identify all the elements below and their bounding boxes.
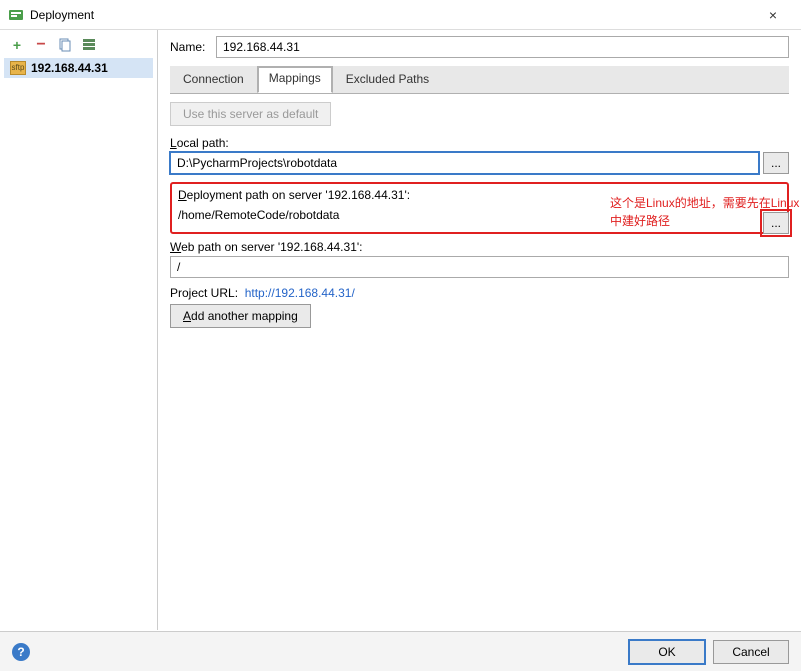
tab-connection[interactable]: Connection — [170, 66, 257, 93]
local-path-group: Local path: ... — [170, 136, 789, 174]
name-row: Name: — [170, 36, 789, 58]
cancel-button[interactable]: Cancel — [713, 640, 789, 664]
deployment-path-label: Deployment path on server '192.168.44.31… — [178, 188, 781, 202]
copy-icon[interactable] — [56, 36, 74, 54]
project-url-label: Project URL: — [170, 286, 238, 300]
web-path-input[interactable] — [170, 256, 789, 278]
footer: ? OK Cancel — [0, 631, 801, 671]
web-path-label: Web path on server '192.168.44.31': — [170, 240, 789, 254]
tabs: Connection Mappings Excluded Paths — [170, 66, 789, 94]
local-path-input[interactable] — [170, 152, 759, 174]
project-url-link[interactable]: http://192.168.44.31/ — [245, 286, 355, 300]
server-name: 192.168.44.31 — [31, 61, 108, 75]
name-label: Name: — [170, 40, 216, 54]
tab-excluded-paths[interactable]: Excluded Paths — [333, 66, 442, 93]
web-path-group: Web path on server '192.168.44.31': — [170, 240, 789, 278]
close-icon[interactable]: × — [753, 7, 793, 23]
app-icon — [8, 7, 24, 23]
add-mapping-button[interactable]: Add another mapping — [170, 304, 311, 328]
titlebar: Deployment × — [0, 0, 801, 30]
ok-button[interactable]: OK — [629, 640, 705, 664]
main-panel: Name: Connection Mappings Excluded Paths… — [158, 30, 801, 630]
use-default-button: Use this server as default — [170, 102, 331, 126]
deployment-path-browse-button[interactable]: ... — [763, 212, 789, 234]
tab-content: Use this server as default Local path: .… — [170, 94, 789, 336]
sidebar: + − sftp 192.168.44.31 — [0, 30, 158, 630]
project-url-row: Project URL: http://192.168.44.31/ — [170, 286, 789, 300]
local-path-label: Local path: — [170, 136, 789, 150]
tab-mappings[interactable]: Mappings — [257, 66, 333, 93]
deployment-path-input[interactable] — [178, 204, 781, 226]
sidebar-toolbar: + − — [4, 36, 153, 58]
add-icon[interactable]: + — [8, 36, 26, 54]
local-path-browse-button[interactable]: ... — [763, 152, 789, 174]
server-list-item[interactable]: sftp 192.168.44.31 — [4, 58, 153, 78]
dialog-body: + − sftp 192.168.44.31 Name: Connection … — [0, 30, 801, 630]
name-input[interactable] — [216, 36, 789, 58]
sftp-icon: sftp — [10, 61, 26, 75]
help-icon[interactable]: ? — [12, 643, 30, 661]
servers-icon[interactable] — [80, 36, 98, 54]
window-title: Deployment — [30, 8, 753, 22]
deployment-path-group: Deployment path on server '192.168.44.31… — [170, 182, 789, 234]
remove-icon[interactable]: − — [32, 36, 50, 54]
